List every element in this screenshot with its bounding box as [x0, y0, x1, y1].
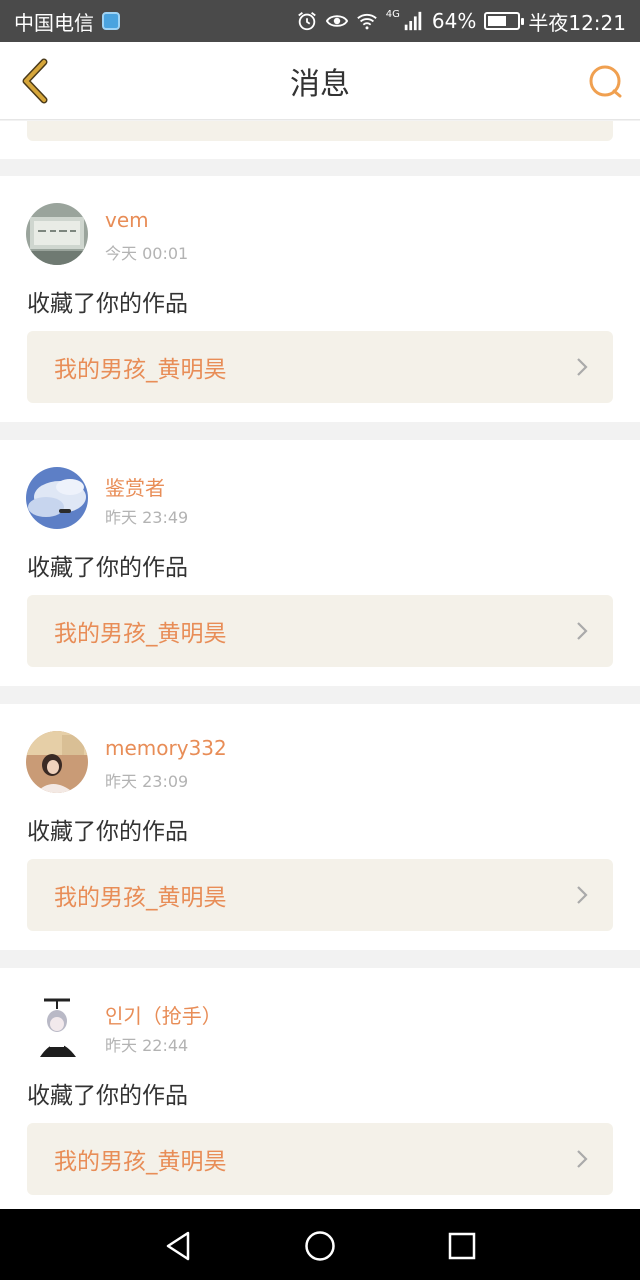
avatar[interactable]	[26, 203, 88, 265]
shield-icon	[102, 12, 120, 30]
timestamp: 今天 00:01	[105, 244, 189, 263]
system-nav-bar	[0, 1209, 640, 1280]
message-card: memory332 昨天 23:09 收藏了你的作品 我的男孩_黄明昊	[0, 704, 640, 950]
page-title: 消息	[290, 66, 350, 102]
eye-icon	[325, 15, 348, 27]
chevron-right-icon	[577, 886, 588, 904]
work-link[interactable]: 我的男孩_黄明昊	[27, 331, 613, 403]
username[interactable]: 鉴赏者	[105, 472, 165, 501]
chevron-right-icon	[577, 622, 588, 640]
home-circle-icon[interactable]	[303, 1229, 337, 1263]
battery-level	[488, 16, 507, 26]
message-list[interactable]: vem 今天 00:01 收藏了你的作品 我的男孩_黄明昊 鉴赏者 昨天 23:…	[0, 121, 640, 1209]
battery-icon	[484, 12, 525, 30]
clock: 半夜12:21	[528, 10, 626, 35]
chevron-right-icon	[577, 1150, 588, 1168]
work-title: 我的男孩_黄明昊	[54, 1149, 227, 1175]
chevron-left-icon[interactable]	[14, 56, 58, 106]
action-text: 收藏了你的作品	[27, 291, 188, 317]
work-title: 我的男孩_黄明昊	[54, 621, 227, 647]
nav-bar: 消息	[0, 42, 640, 120]
message-card-partial	[0, 121, 640, 159]
status-left: 中国电信	[14, 7, 120, 36]
action-text: 收藏了你的作品	[27, 819, 188, 845]
alarm-icon	[297, 12, 316, 31]
timestamp: 昨天 23:49	[105, 508, 189, 527]
username[interactable]: vem	[105, 208, 149, 232]
action-text: 收藏了你的作品	[27, 555, 188, 581]
action-text: 收藏了你的作品	[27, 1083, 188, 1109]
username[interactable]: memory332	[105, 736, 227, 760]
recents-square-icon[interactable]	[445, 1229, 479, 1263]
search-icon[interactable]	[586, 62, 626, 102]
timestamp: 昨天 22:44	[105, 1036, 189, 1055]
avatar[interactable]	[26, 995, 88, 1057]
message-card: 인기（抢手） 昨天 22:44 收藏了你的作品 我的男孩_黄明昊	[0, 968, 640, 1209]
work-link[interactable]: 我的男孩_黄明昊	[27, 1123, 613, 1195]
work-link-partial[interactable]	[27, 121, 613, 141]
signal-icon	[404, 11, 422, 31]
wifi-icon	[357, 13, 377, 30]
back-triangle-icon[interactable]	[162, 1229, 196, 1263]
work-link[interactable]: 我的男孩_黄明昊	[27, 859, 613, 931]
carrier-name: 中国电信	[14, 10, 94, 35]
work-link[interactable]: 我的男孩_黄明昊	[27, 595, 613, 667]
message-card: vem 今天 00:01 收藏了你的作品 我的男孩_黄明昊	[0, 176, 640, 422]
status-right: 4G 64% 半夜12:21	[296, 7, 626, 36]
avatar[interactable]	[26, 467, 88, 529]
avatar[interactable]	[26, 731, 88, 793]
message-card: 鉴赏者 昨天 23:49 收藏了你的作品 我的男孩_黄明昊	[0, 440, 640, 686]
work-title: 我的男孩_黄明昊	[54, 885, 227, 911]
status-bar: 中国电信 4G 64% 半夜12:21	[0, 0, 640, 42]
username[interactable]: 인기（抢手）	[105, 1000, 222, 1029]
network-type: 4G	[385, 8, 400, 20]
battery-percent: 64%	[431, 9, 477, 33]
timestamp: 昨天 23:09	[105, 772, 189, 791]
work-title: 我的男孩_黄明昊	[54, 357, 227, 383]
chevron-right-icon	[577, 358, 588, 376]
